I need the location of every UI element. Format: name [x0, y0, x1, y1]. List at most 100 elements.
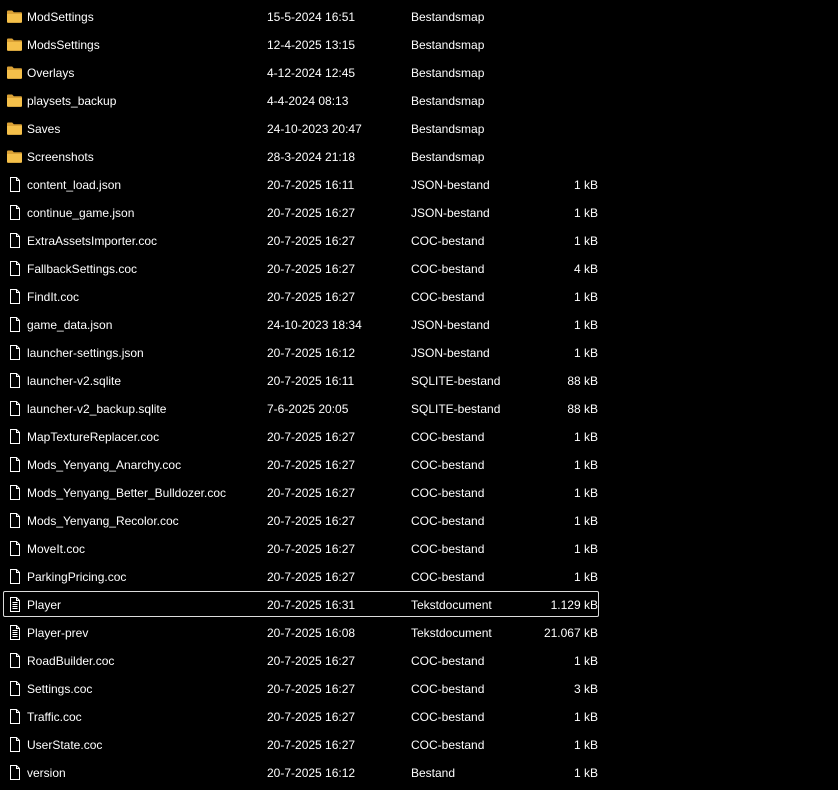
file-date-modified: 20-7-2025 16:27 [267, 262, 356, 276]
file-size: 1 kB [573, 710, 598, 724]
file-size [520, 3, 598, 31]
file-type: COC-bestand [411, 542, 485, 556]
file-row[interactable]: Traffic.coc 20-7-2025 16:27 COC-bestand 1 k… [0, 703, 838, 731]
file-name: Overlays [27, 66, 75, 80]
file-date-modified: 12-4-2025 13:15 [267, 38, 356, 52]
file-size: 4 kB [573, 262, 598, 276]
file-date-modified: 4-12-2024 12:45 [267, 66, 356, 80]
file-row[interactable]: FindIt.coc 20-7-2025 16:27 COC-bestand 1 kB [0, 283, 838, 311]
file-type: Bestandsmap [411, 10, 485, 24]
file-size: 1.129 kB [550, 598, 598, 612]
file-name: ParkingPricing.coc [27, 570, 127, 584]
file-row[interactable]: Mods_Yenyang_Better_Bulldozer.coc 20-7-20… [0, 479, 838, 507]
file-row[interactable]: launcher-v2_backup.sqlite 7-6-2025 20:05 S… [0, 395, 838, 423]
file-date-modified: 20-7-2025 16:27 [267, 290, 356, 304]
file-icon [6, 709, 23, 724]
file-row[interactable]: playsets_backup 4-4-2024 08:13 Bestandsmap [0, 87, 838, 115]
file-size: 1 kB [573, 486, 598, 500]
folder-icon [6, 121, 23, 136]
file-icon [6, 765, 23, 780]
file-name: Mods_Yenyang_Recolor.coc [27, 514, 179, 528]
file-row[interactable]: RoadBuilder.coc 20-7-2025 16:27 COC-bestan… [0, 647, 838, 675]
file-icon [6, 205, 23, 220]
file-type: COC-bestand [411, 262, 485, 276]
file-row[interactable]: ModSettings 15-5-2024 16:51 Bestandsmap [0, 3, 838, 31]
file-row[interactable]: ExtraAssetsImporter.coc 20-7-2025 16:27 CO… [0, 227, 838, 255]
file-size: 88 kB [567, 374, 598, 388]
file-size: 1 kB [573, 290, 598, 304]
file-date-modified: 20-7-2025 16:27 [267, 710, 356, 724]
file-name: content_load.json [27, 178, 122, 192]
file-row[interactable]: ParkingPricing.coc 20-7-2025 16:27 COC-bes… [0, 563, 838, 591]
file-name: MapTextureReplacer.coc [27, 430, 160, 444]
file-size [520, 31, 598, 59]
file-list: ModSettings 15-5-2024 16:51 Bestandsmap Mod… [0, 3, 838, 787]
file-size: 1 kB [573, 206, 598, 220]
file-type: COC-bestand [411, 290, 485, 304]
file-icon [6, 317, 23, 332]
file-size: 1 kB [573, 738, 598, 752]
file-row[interactable]: Mods_Yenyang_Recolor.coc 20-7-2025 16:27 C… [0, 507, 838, 535]
file-date-modified: 20-7-2025 16:27 [267, 234, 356, 248]
file-row[interactable]: Screenshots 28-3-2024 21:18 Bestandsmap [0, 143, 838, 171]
file-row[interactable]: version 20-7-2025 16:12 Bestand 1 kB [0, 759, 838, 787]
file-row[interactable]: Overlays 4-12-2024 12:45 Bestandsmap [0, 59, 838, 87]
file-icon [6, 457, 23, 472]
file-name: Saves [27, 122, 61, 136]
file-row[interactable]: game_data.json 24-10-2023 18:34 JSON-besta… [0, 311, 838, 339]
text-document-icon [6, 597, 23, 612]
file-row[interactable]: Settings.coc 20-7-2025 16:27 COC-bestand 3 … [0, 675, 838, 703]
file-type: JSON-bestand [411, 178, 490, 192]
file-date-modified: 28-3-2024 21:18 [267, 150, 356, 164]
file-date-modified: 24-10-2023 18:34 [267, 318, 362, 332]
file-type: Bestandsmap [411, 122, 485, 136]
file-row[interactable]: launcher-v2.sqlite 20-7-2025 16:11 SQLITE-… [0, 367, 838, 395]
file-type: COC-bestand [411, 458, 485, 472]
file-name: Mods_Yenyang_Anarchy.coc [27, 458, 182, 472]
file-name: playsets_backup [27, 94, 117, 108]
file-icon [6, 429, 23, 444]
file-size: 1 kB [573, 346, 598, 360]
file-row[interactable]: launcher-settings.json 20-7-2025 16:12 JSO… [0, 339, 838, 367]
file-size [520, 143, 598, 171]
file-type: JSON-bestand [411, 206, 490, 220]
file-type: COC-bestand [411, 430, 485, 444]
file-size: 1 kB [573, 318, 598, 332]
file-name: Player-prev [27, 626, 89, 640]
file-date-modified: 20-7-2025 16:12 [267, 766, 356, 780]
file-date-modified: 20-7-2025 16:27 [267, 458, 356, 472]
file-icon [6, 513, 23, 528]
file-row[interactable]: Player 20-7-2025 16:31 Tekstdocument 1.129 … [0, 591, 838, 619]
file-row[interactable]: MapTextureReplacer.coc 20-7-2025 16:27 COC… [0, 423, 838, 451]
file-name: Screenshots [27, 150, 94, 164]
folder-icon [6, 149, 23, 164]
file-icon [6, 177, 23, 192]
file-icon [6, 373, 23, 388]
file-type: COC-bestand [411, 570, 485, 584]
file-date-modified: 24-10-2023 20:47 [267, 122, 362, 136]
file-row[interactable]: Player-prev 20-7-2025 16:08 Tekstdocument 2… [0, 619, 838, 647]
folder-icon [6, 93, 23, 108]
file-row[interactable]: MoveIt.coc 20-7-2025 16:27 COC-bestand 1 kB [0, 535, 838, 563]
file-type: COC-bestand [411, 486, 485, 500]
file-icon [6, 345, 23, 360]
file-icon [6, 485, 23, 500]
file-row[interactable]: UserState.coc 20-7-2025 16:27 COC-bestand 1… [0, 731, 838, 759]
file-row[interactable]: content_load.json 20-7-2025 16:11 JSON-bes… [0, 171, 838, 199]
file-size: 1 kB [573, 458, 598, 472]
file-size: 1 kB [573, 430, 598, 444]
file-row[interactable]: Saves 24-10-2023 20:47 Bestandsmap [0, 115, 838, 143]
file-name: FallbackSettings.coc [27, 262, 138, 276]
file-row[interactable]: Mods_Yenyang_Anarchy.coc 20-7-2025 16:27 C… [0, 451, 838, 479]
file-icon [6, 401, 23, 416]
file-date-modified: 20-7-2025 16:08 [267, 626, 356, 640]
file-type: Bestandsmap [411, 38, 485, 52]
file-date-modified: 20-7-2025 16:27 [267, 570, 356, 584]
file-name: launcher-v2.sqlite [27, 374, 122, 388]
file-row[interactable]: continue_game.json 20-7-2025 16:27 JSON-be… [0, 199, 838, 227]
file-type: COC-bestand [411, 234, 485, 248]
file-row[interactable]: ModsSettings 12-4-2025 13:15 Bestandsmap [0, 31, 838, 59]
file-row[interactable]: FallbackSettings.coc 20-7-2025 16:27 COC-b… [0, 255, 838, 283]
file-date-modified: 20-7-2025 16:27 [267, 738, 356, 752]
file-date-modified: 20-7-2025 16:27 [267, 514, 356, 528]
